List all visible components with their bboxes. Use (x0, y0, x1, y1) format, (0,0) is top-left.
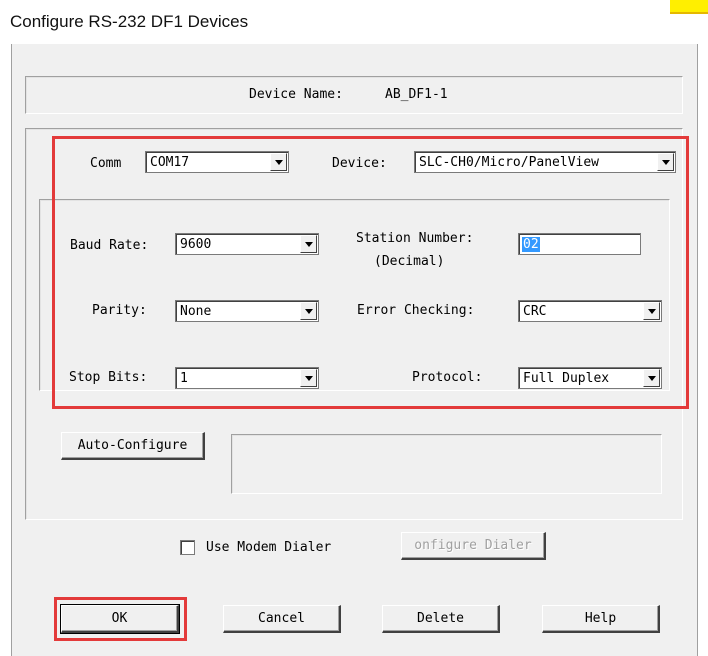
error-checking-label: Error Checking: (357, 303, 475, 318)
station-number-label: Station Number: (356, 231, 474, 246)
stop-bits-value: 1 (180, 371, 188, 386)
delete-button[interactable]: Delete (382, 605, 500, 633)
parity-label: Parity: (92, 303, 147, 318)
device-select[interactable]: SLC-CH0/Micro/PanelView (414, 151, 676, 173)
configure-dialer-button[interactable]: onfigure Dialer (401, 532, 546, 560)
comm-value: COM17 (150, 155, 190, 170)
station-number-value: 02 (522, 237, 540, 252)
ok-button[interactable]: OK (60, 604, 180, 634)
chevron-down-icon (305, 242, 313, 247)
device-name-value: AB_DF1-1 (385, 87, 448, 102)
chevron-down-icon (305, 309, 313, 314)
use-modem-dialer-checkbox[interactable] (180, 540, 195, 555)
parity-dropdown-button[interactable] (300, 302, 317, 320)
device-value: SLC-CH0/Micro/PanelView (419, 155, 600, 170)
serial-settings-panel (39, 199, 670, 391)
cancel-button[interactable]: Cancel (223, 605, 341, 633)
device-name-panel: Device Name: AB_DF1-1 (25, 76, 683, 114)
station-number-sublabel: (Decimal) (374, 254, 445, 269)
protocol-dropdown-button[interactable] (643, 369, 660, 387)
comm-select[interactable]: COM17 (145, 151, 289, 173)
stop-bits-select[interactable]: 1 (175, 367, 319, 389)
auto-configure-status (231, 434, 662, 494)
station-number-input[interactable]: 02 (518, 233, 641, 255)
device-dropdown-button[interactable] (657, 153, 674, 171)
chevron-down-icon (275, 160, 283, 165)
protocol-label: Protocol: (412, 370, 483, 385)
chevron-down-icon (648, 376, 656, 381)
error-checking-value: CRC (523, 304, 547, 319)
baud-rate-dropdown-button[interactable] (300, 235, 317, 253)
baud-rate-value: 9600 (180, 237, 212, 252)
chevron-down-icon (648, 309, 656, 314)
stop-bits-dropdown-button[interactable] (300, 369, 317, 387)
parity-value: None (180, 304, 212, 319)
use-modem-dialer-label: Use Modem Dialer (206, 540, 332, 555)
stop-bits-label: Stop Bits: (69, 370, 148, 385)
title-bar: Configure RS-232 DF1 Devices (0, 0, 708, 44)
device-name-label: Device Name: (249, 87, 343, 102)
baud-rate-select[interactable]: 9600 (175, 233, 319, 255)
auto-configure-button[interactable]: Auto-Configure (61, 432, 205, 460)
baud-rate-label: Baud Rate: (70, 238, 149, 253)
window-title: Configure RS-232 DF1 Devices (10, 12, 249, 31)
protocol-value: Full Duplex (523, 371, 610, 386)
comm-dropdown-button[interactable] (270, 153, 287, 171)
parity-select[interactable]: None (175, 300, 319, 322)
comm-label: Comm (90, 156, 122, 171)
dialog-client-area: Device Name: AB_DF1-1 Comm COM17 Device:… (11, 44, 698, 656)
title-accent-marker (670, 0, 708, 14)
error-checking-select[interactable]: CRC (518, 300, 662, 322)
help-button[interactable]: Help (542, 605, 660, 633)
chevron-down-icon (305, 376, 313, 381)
chevron-down-icon (662, 160, 670, 165)
error-checking-dropdown-button[interactable] (643, 302, 660, 320)
device-label: Device: (332, 156, 387, 171)
protocol-select[interactable]: Full Duplex (518, 367, 662, 389)
